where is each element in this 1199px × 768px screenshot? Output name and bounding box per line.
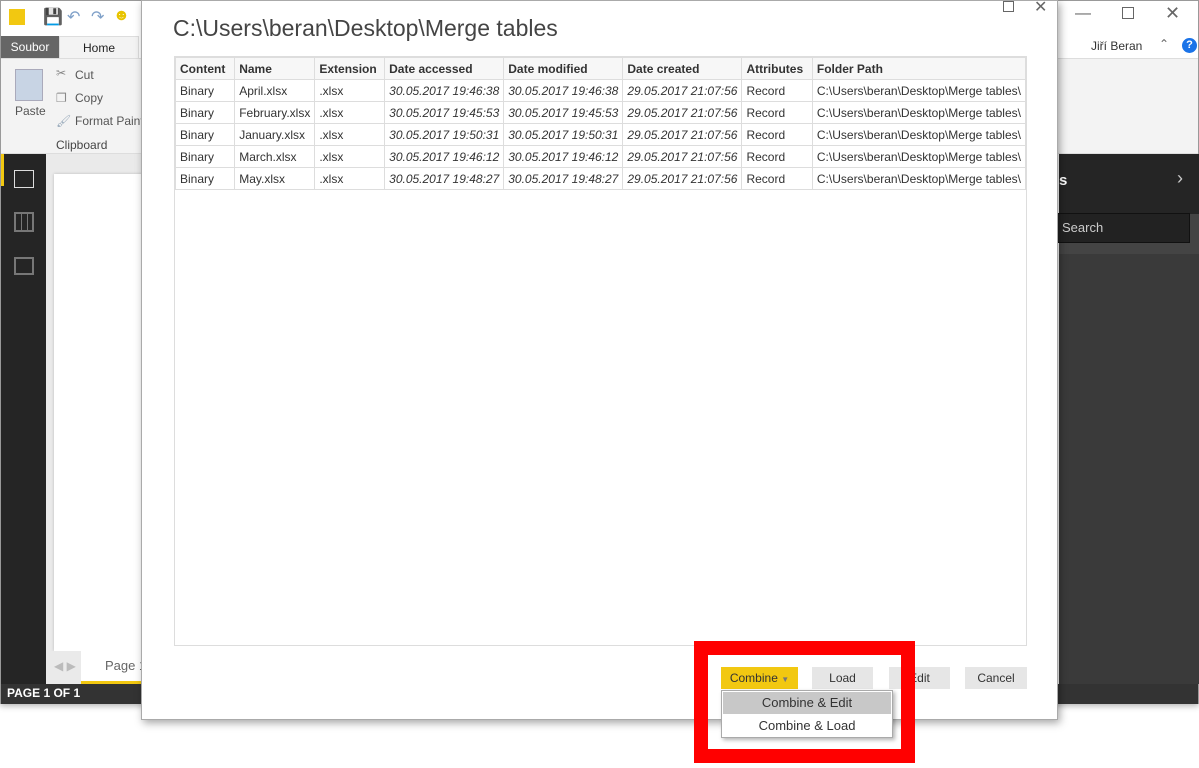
copy-icon: ❐: [56, 91, 67, 105]
column-header[interactable]: Date accessed: [384, 57, 505, 80]
minimize-icon[interactable]: —: [1075, 5, 1091, 23]
table-cell: Record: [741, 101, 813, 124]
table-cell: 30.05.2017 19:45:53: [384, 101, 505, 124]
undo-icon[interactable]: ↶: [67, 7, 80, 27]
preview-table: Content Name Extension Date accessed Date mo…: [174, 57, 1027, 190]
table-cell: 29.05.2017 21:07:56: [622, 167, 743, 190]
table-cell: 30.05.2017 19:48:27: [503, 167, 624, 190]
table-cell: .xlsx: [314, 79, 386, 102]
right-panel: s › Search: [1057, 154, 1199, 684]
table-cell: 30.05.2017 19:46:12: [384, 145, 505, 168]
table-cell: 30.05.2017 19:46:12: [503, 145, 624, 168]
table-cell: 29.05.2017 21:07:56: [622, 145, 743, 168]
maximize-icon[interactable]: [1122, 7, 1134, 19]
table-cell: C:\Users\beran\Desktop\Merge tables\: [811, 123, 1027, 146]
table-cell: January.xlsx: [234, 123, 316, 146]
collapse-ribbon-icon[interactable]: ⌃: [1159, 37, 1169, 51]
table-cell: 30.05.2017 19:48:27: [384, 167, 505, 190]
page-tab[interactable]: Page 1: [81, 651, 146, 684]
close-icon[interactable]: ✕: [1165, 3, 1180, 24]
column-header[interactable]: Folder Path: [811, 57, 1027, 80]
table-cell: Record: [741, 145, 813, 168]
table-row[interactable]: Binary January.xlsx .xlsx 30.05.2017 19:50:…: [174, 123, 1027, 146]
table-cell: .xlsx: [314, 167, 386, 190]
format-painter-icon: 🖌: [56, 114, 72, 128]
table-cell: 30.05.2017 19:45:53: [503, 101, 624, 124]
table-cell: Binary: [174, 145, 236, 168]
paste-button[interactable]: Paste: [15, 104, 46, 118]
view-nav: [1, 154, 46, 684]
table-cell: Record: [741, 79, 813, 102]
table-cell: C:\Users\beran\Desktop\Merge tables\: [811, 167, 1027, 190]
table-cell: .xlsx: [314, 101, 386, 124]
table-cell: April.xlsx: [234, 79, 316, 102]
cancel-button[interactable]: Cancel: [965, 667, 1027, 689]
power-bi-logo-icon: [9, 9, 25, 25]
save-icon[interactable]: 💾: [43, 7, 63, 27]
highlight-box: [694, 641, 915, 763]
table-cell: .xlsx: [314, 123, 386, 146]
table-row[interactable]: Binary February.xlsx .xlsx 30.05.2017 19:45…: [174, 101, 1027, 124]
table-cell: 30.05.2017 19:46:38: [384, 79, 505, 102]
format-painter-button[interactable]: Format Paint: [75, 114, 144, 128]
tab-home[interactable]: Home: [59, 36, 139, 58]
table-cell: May.xlsx: [234, 167, 316, 190]
table-cell: March.xlsx: [234, 145, 316, 168]
preview-table-container: Content Name Extension Date accessed Date mo…: [174, 56, 1027, 646]
table-cell: Binary: [174, 123, 236, 146]
clipboard-group-label: Clipboard: [56, 138, 108, 152]
cut-icon: ✂: [56, 66, 67, 80]
table-cell: Record: [741, 167, 813, 190]
dialog-title: C:\Users\beran\Desktop\Merge tables: [173, 15, 558, 41]
close-dialog-icon[interactable]: ✕: [1034, 0, 1047, 17]
paste-icon[interactable]: [15, 69, 43, 101]
table-cell: C:\Users\beran\Desktop\Merge tables\: [811, 145, 1027, 168]
table-cell: 29.05.2017 21:07:56: [622, 79, 743, 102]
table-cell: Binary: [174, 167, 236, 190]
column-header[interactable]: Date created: [622, 57, 743, 80]
report-view-icon[interactable]: [14, 170, 34, 188]
maximize-dialog-icon[interactable]: [1003, 1, 1014, 12]
smiley-icon[interactable]: ☻: [113, 7, 130, 25]
column-header[interactable]: Content: [174, 57, 236, 80]
table-cell: C:\Users\beran\Desktop\Merge tables\: [811, 101, 1027, 124]
relationships-view-icon[interactable]: [14, 257, 34, 275]
table-row[interactable]: Binary April.xlsx .xlsx 30.05.2017 19:46:38…: [174, 79, 1027, 102]
column-header[interactable]: Attributes: [741, 57, 813, 80]
table-cell: 30.05.2017 19:50:31: [503, 123, 624, 146]
table-cell: 30.05.2017 19:50:31: [384, 123, 505, 146]
page-scroll-arrows-icon[interactable]: ◀ ▶: [54, 659, 76, 673]
navigator-dialog: ✕ C:\Users\beran\Desktop\Merge tables Co…: [141, 0, 1058, 720]
column-header[interactable]: Name: [234, 57, 316, 80]
page-tabs: ◀ ▶ Page 1: [46, 651, 146, 684]
column-header[interactable]: Extension: [314, 57, 386, 80]
cut-button[interactable]: Cut: [75, 68, 94, 82]
report-page[interactable]: [54, 174, 144, 651]
table-row[interactable]: Binary May.xlsx .xlsx 30.05.2017 19:48:27 30…: [174, 167, 1027, 190]
user-name[interactable]: Jiří Beran: [1091, 39, 1142, 53]
table-cell: 30.05.2017 19:46:38: [503, 79, 624, 102]
tab-file[interactable]: Soubor: [1, 36, 59, 58]
table-cell: 29.05.2017 21:07:56: [622, 123, 743, 146]
table-cell: C:\Users\beran\Desktop\Merge tables\: [811, 79, 1027, 102]
chevron-right-icon[interactable]: ›: [1177, 168, 1183, 189]
table-cell: .xlsx: [314, 145, 386, 168]
table-cell: 29.05.2017 21:07:56: [622, 101, 743, 124]
column-header[interactable]: Date modified: [503, 57, 624, 80]
data-view-icon[interactable]: [14, 212, 34, 232]
table-cell: Binary: [174, 101, 236, 124]
redo-icon[interactable]: ↷: [91, 7, 104, 27]
table-cell: Record: [741, 123, 813, 146]
table-cell: February.xlsx: [234, 101, 316, 124]
help-icon[interactable]: ?: [1182, 38, 1197, 53]
search-input[interactable]: Search: [1057, 213, 1190, 243]
copy-button[interactable]: Copy: [75, 91, 103, 105]
table-cell: Binary: [174, 79, 236, 102]
panel-title: s: [1059, 172, 1068, 189]
table-row[interactable]: Binary March.xlsx .xlsx 30.05.2017 19:46:12…: [174, 145, 1027, 168]
active-indicator: [1, 154, 4, 186]
